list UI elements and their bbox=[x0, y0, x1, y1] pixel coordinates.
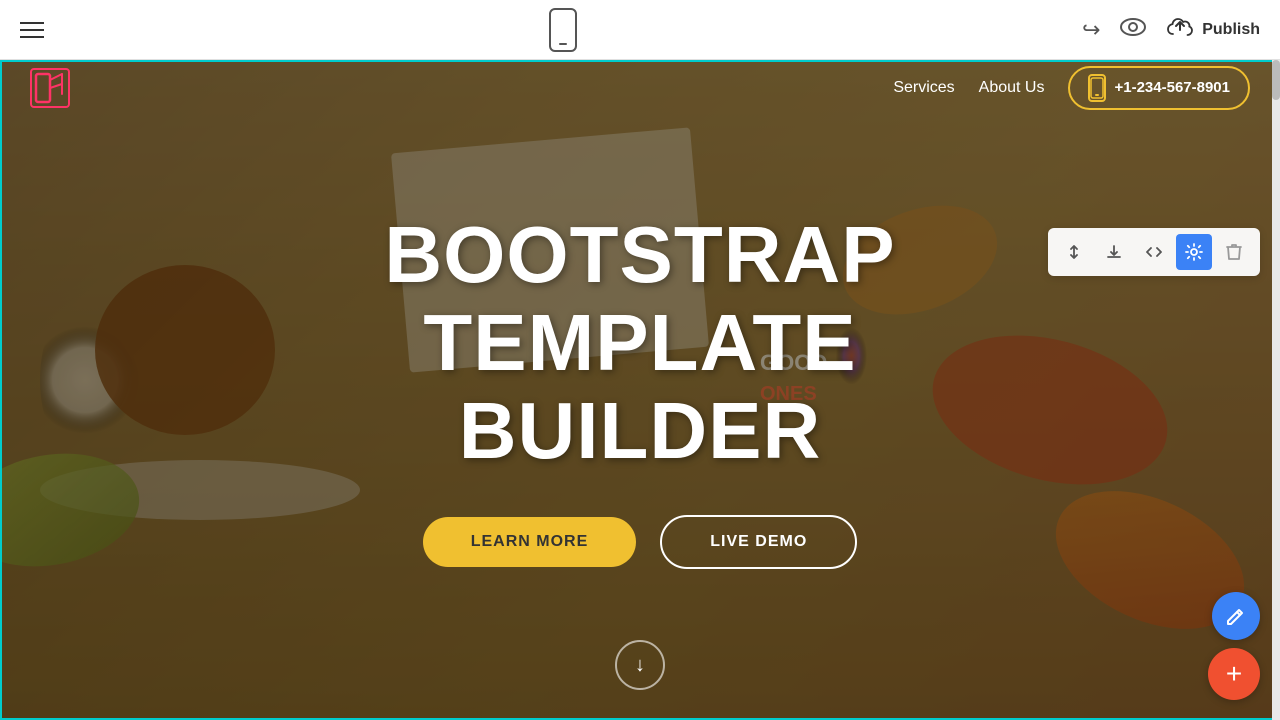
nav-about[interactable]: About Us bbox=[979, 79, 1045, 97]
nav-links: Services About Us +1-234-567-8901 bbox=[893, 66, 1250, 110]
hero-buttons: LEARN MORE LIVE DEMO bbox=[240, 515, 1040, 569]
hero-title-line1: BOOTSTRAP bbox=[240, 211, 1040, 299]
preview-button[interactable] bbox=[1120, 18, 1146, 42]
main-toolbar: ↩ Publish bbox=[0, 0, 1280, 60]
hero-title: BOOTSTRAP TEMPLATE BUILDER bbox=[240, 211, 1040, 475]
site-preview: GOOD ONES bbox=[0, 60, 1280, 720]
scrollbar[interactable] bbox=[1272, 60, 1280, 720]
section-toolbar bbox=[1048, 228, 1260, 276]
scroll-down-icon: ↓ bbox=[635, 654, 645, 677]
site-logo bbox=[30, 68, 70, 108]
sort-tool-button[interactable] bbox=[1056, 234, 1092, 270]
fab-edit-button[interactable] bbox=[1212, 592, 1260, 640]
mobile-view-icon[interactable] bbox=[549, 8, 577, 52]
hero-content: BOOTSTRAP TEMPLATE BUILDER LEARN MORE LI… bbox=[240, 211, 1040, 569]
phone-btn-icon bbox=[1088, 74, 1106, 102]
download-tool-button[interactable] bbox=[1096, 234, 1132, 270]
fab-add-icon: + bbox=[1226, 658, 1242, 690]
undo-button[interactable]: ↩ bbox=[1082, 17, 1100, 43]
phone-button[interactable]: +1-234-567-8901 bbox=[1068, 66, 1250, 110]
toolbar-right: ↩ Publish bbox=[1082, 16, 1260, 43]
canvas: GOOD ONES bbox=[0, 60, 1280, 720]
publish-button[interactable]: Publish bbox=[1166, 16, 1260, 43]
hero-title-line2: TEMPLATE BUILDER bbox=[240, 299, 1040, 475]
publish-label: Publish bbox=[1202, 21, 1260, 39]
settings-tool-button[interactable] bbox=[1176, 234, 1212, 270]
toolbar-center bbox=[549, 8, 577, 52]
logo-icon bbox=[30, 68, 70, 108]
cloud-upload-icon bbox=[1166, 16, 1194, 43]
fab-add-button[interactable]: + bbox=[1208, 648, 1260, 700]
toolbar-left bbox=[20, 22, 44, 38]
learn-more-button[interactable]: LEARN MORE bbox=[423, 517, 637, 567]
site-navigation: Services About Us +1-234-567-8901 bbox=[0, 60, 1280, 115]
scroll-down-button[interactable]: ↓ bbox=[615, 640, 665, 690]
nav-services[interactable]: Services bbox=[893, 79, 954, 97]
live-demo-button[interactable]: LIVE DEMO bbox=[660, 515, 857, 569]
delete-tool-button[interactable] bbox=[1216, 234, 1252, 270]
hamburger-menu[interactable] bbox=[20, 22, 44, 38]
scrollbar-thumb[interactable] bbox=[1272, 60, 1280, 100]
phone-number: +1-234-567-8901 bbox=[1114, 79, 1230, 96]
code-tool-button[interactable] bbox=[1136, 234, 1172, 270]
